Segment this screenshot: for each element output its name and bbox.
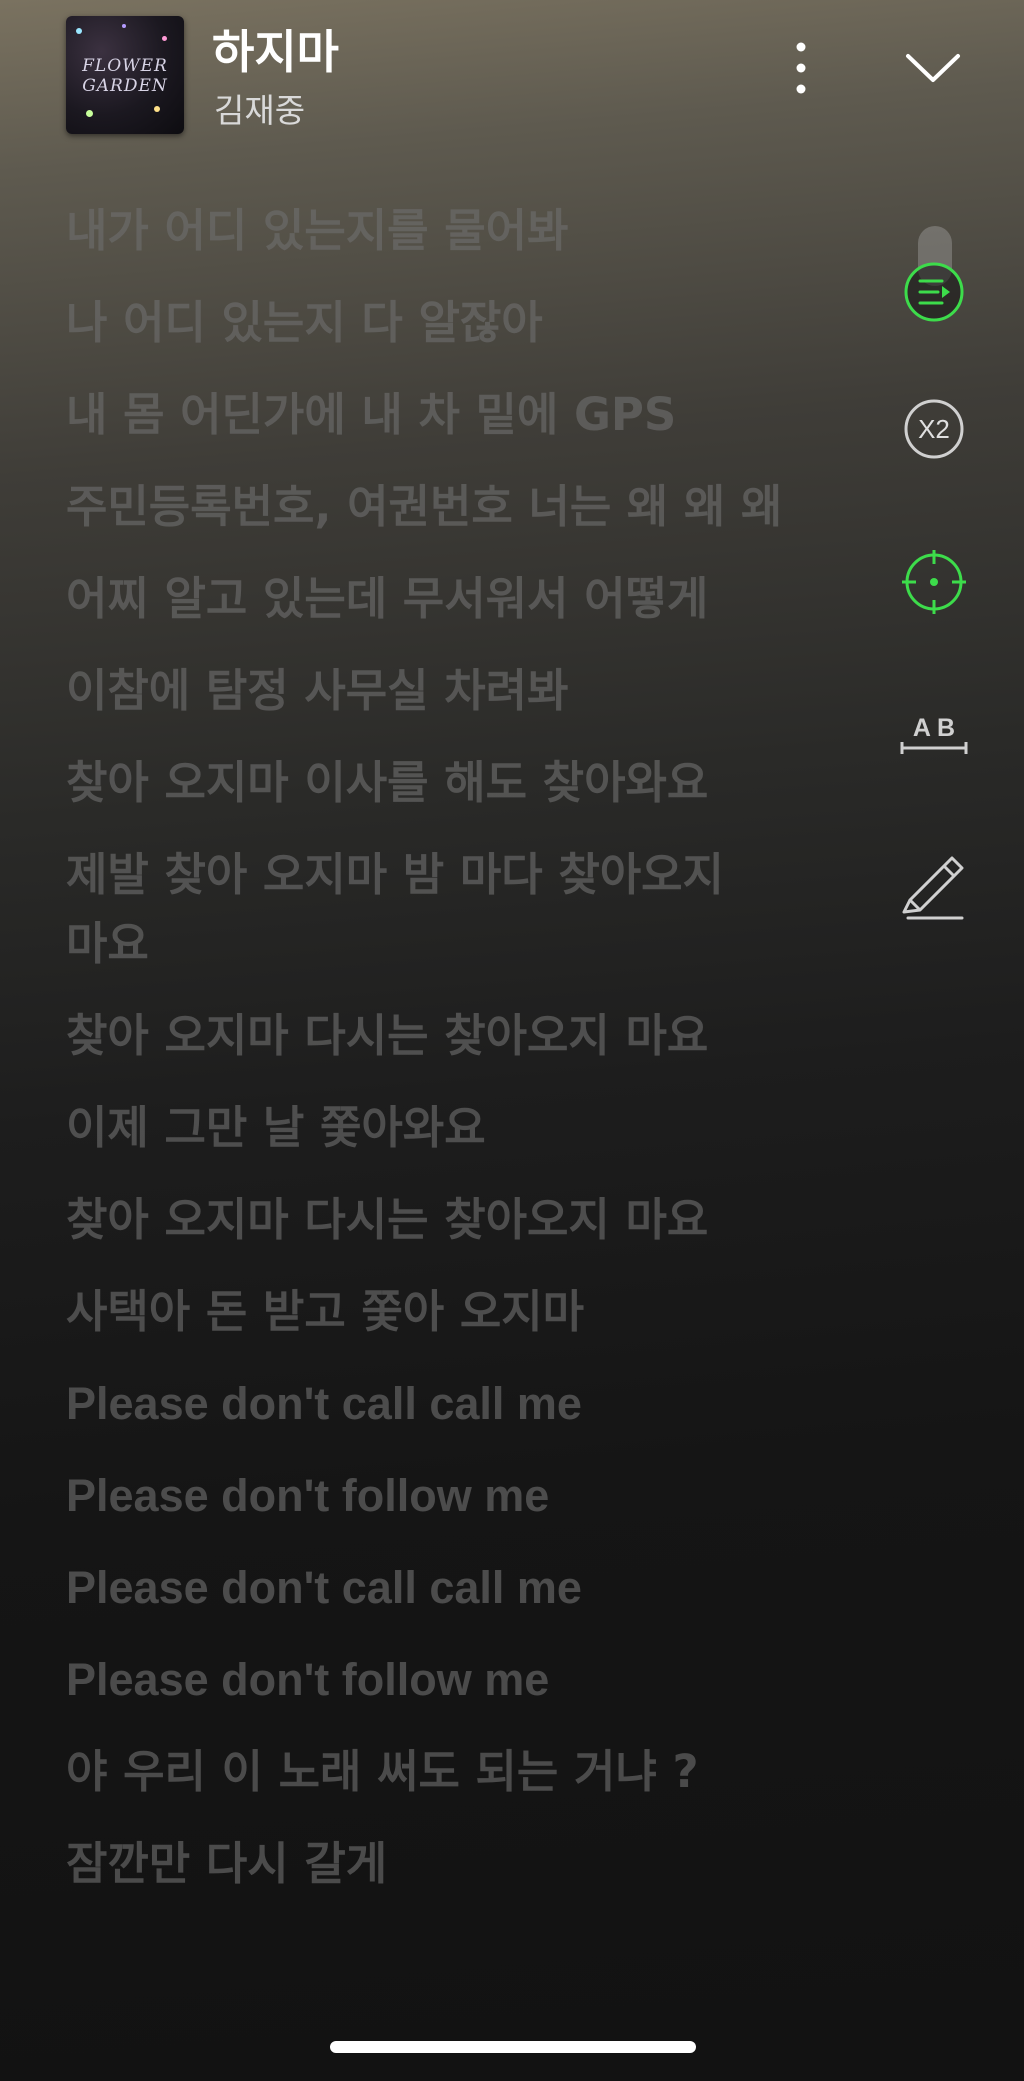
player-header: FLOWER GARDEN 하지마 김재중 (0, 0, 1024, 160)
lyric-line[interactable]: 사택아 돈 받고 쫓아 오지마 (66, 1277, 786, 1346)
home-indicator[interactable] (330, 2041, 696, 2053)
highlight-button[interactable] (898, 850, 970, 922)
speed-button[interactable]: X2 (898, 393, 970, 465)
lyric-line[interactable]: 주민등록번호, 여권번호 너는 왜 왜 왜 (66, 472, 786, 541)
lyric-line[interactable]: 이참에 탐정 사무실 차려봐 (66, 656, 786, 725)
lyric-line[interactable]: 어찌 알고 있는데 무서워서 어떻게 (66, 564, 786, 633)
lyric-line[interactable]: 내가 어디 있는지를 물어봐 (66, 196, 786, 265)
lyrics-sync-button[interactable] (898, 256, 970, 328)
artist-name[interactable]: 김재중 (214, 84, 305, 132)
collapse-lyrics-button[interactable] (904, 48, 962, 88)
album-art[interactable]: FLOWER GARDEN (66, 16, 184, 134)
lyric-line[interactable]: 찾아 오지마 다시는 찾아오지 마요 (66, 1001, 786, 1070)
chevron-down-icon (906, 54, 960, 82)
album-art-decoration (162, 36, 167, 41)
ab-label: A B (913, 714, 955, 742)
lyric-line[interactable]: Please don't follow me (66, 1461, 786, 1530)
locate-current-line-button[interactable] (898, 546, 970, 618)
lyric-line[interactable]: Please don't follow me (66, 1645, 786, 1714)
lyrics-sync-icon (904, 262, 964, 322)
highlight-pen-icon (902, 856, 964, 920)
more-vertical-icon (796, 42, 806, 94)
ab-repeat-button[interactable]: A B (898, 700, 970, 772)
ab-repeat-icon: A B (900, 714, 968, 754)
more-options-button[interactable] (786, 38, 816, 98)
album-art-title: FLOWER GARDEN (82, 56, 168, 96)
album-art-decoration (86, 110, 93, 117)
album-art-decoration (122, 24, 126, 28)
lyric-line[interactable]: 잠깐만 다시 갈게 (66, 1829, 786, 1898)
speed-label: X2 (918, 414, 950, 444)
album-art-decoration (154, 106, 160, 112)
lyric-line[interactable]: 내 몸 어딘가에 내 차 밑에 GPS (66, 380, 786, 449)
lyric-line[interactable]: 야 우리 이 노래 써도 되는 거냐 ? (66, 1737, 786, 1806)
locate-target-icon (902, 550, 966, 614)
lyrics-list[interactable]: 내가 어디 있는지를 물어봐 나 어디 있는지 다 알잖아 내 몸 어딘가에 내… (66, 196, 786, 1921)
album-art-decoration (76, 28, 82, 34)
lyric-line[interactable]: 찾아 오지마 이사를 해도 찾아와요 (66, 748, 786, 817)
lyric-line[interactable]: Please don't call call me (66, 1553, 786, 1622)
lyric-line[interactable]: 나 어디 있는지 다 알잖아 (66, 288, 786, 357)
song-title: 하지마 (212, 25, 339, 79)
lyric-line[interactable]: Please don't call call me (66, 1369, 786, 1438)
lyric-line[interactable]: 제발 찾아 오지마 밤 마다 찾아오지 마요 (66, 840, 786, 978)
lyric-line[interactable]: 이제 그만 날 쫓아와요 (66, 1093, 786, 1162)
lyric-line[interactable]: 찾아 오지마 다시는 찾아오지 마요 (66, 1185, 786, 1254)
speed-x2-icon: X2 (904, 399, 964, 459)
